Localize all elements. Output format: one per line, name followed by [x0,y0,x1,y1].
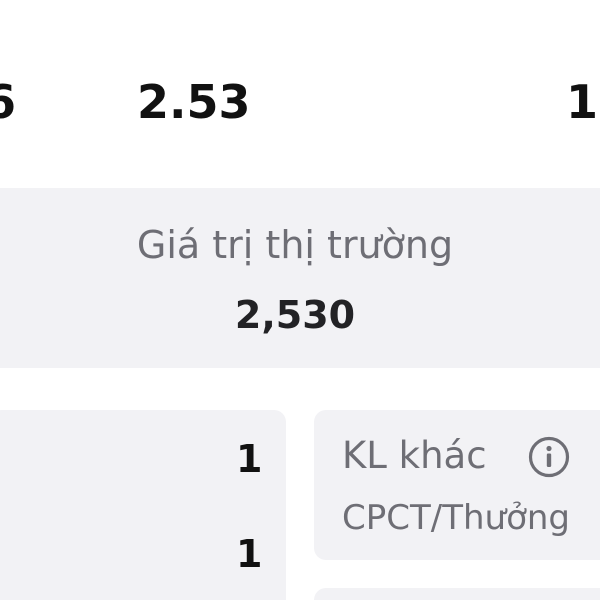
info-icon[interactable] [526,434,572,480]
volume-value-2: 1 [236,532,263,576]
market-value-amount: 2,530 [234,293,356,337]
market-value-label: Giá trị thị trường [136,223,454,267]
market-value-card [0,188,600,368]
volume-value-1: 1 [236,437,263,481]
other-volume-label: KL khác [342,434,487,477]
top-left-value: 6 [0,75,17,129]
top-middle-value: 2.53 [137,75,251,129]
other-volume-sublabel: CPCT/Thưởng [342,498,571,538]
next-card [314,588,600,600]
stock-detail-screen: 6 2.53 1 Giá trị thị trường 2,530 1 1 KL… [0,0,600,600]
top-right-value: 1 [566,75,599,129]
